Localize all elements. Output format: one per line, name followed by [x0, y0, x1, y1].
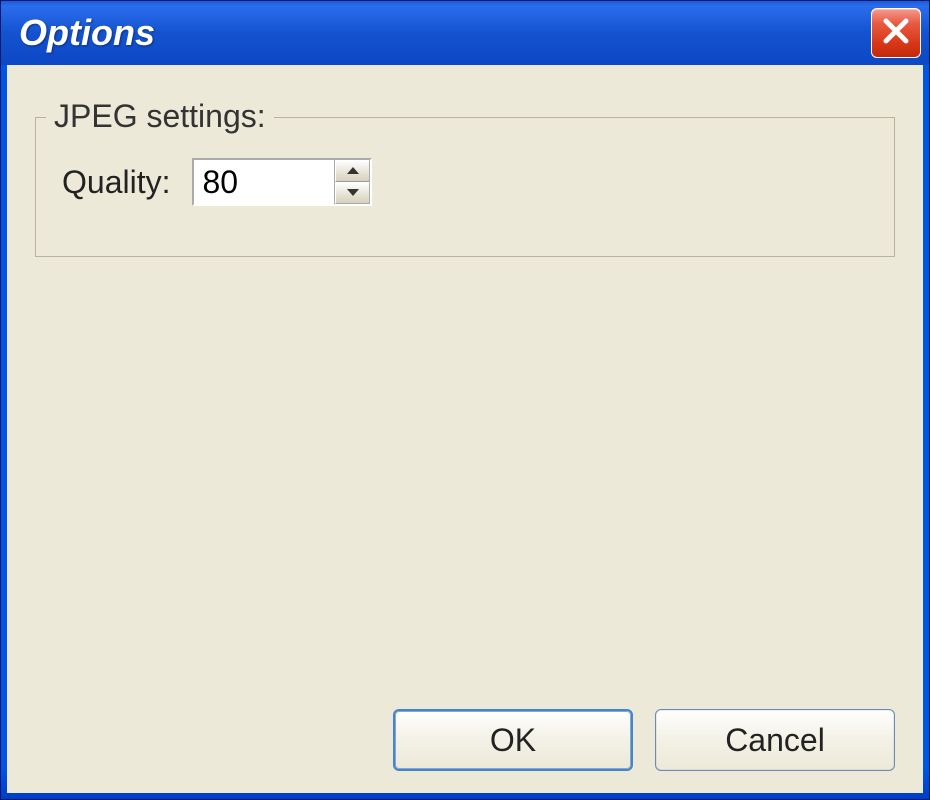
groupbox-legend: JPEG settings: — [46, 98, 274, 135]
jpeg-settings-group: JPEG settings: Quality: — [35, 117, 895, 257]
close-button[interactable] — [871, 8, 921, 58]
quality-row: Quality: — [62, 158, 868, 206]
dialog-buttons: OK Cancel — [35, 709, 895, 771]
ok-button[interactable]: OK — [393, 709, 633, 771]
cancel-button[interactable]: Cancel — [655, 709, 895, 771]
quality-input[interactable] — [194, 160, 334, 204]
quality-decrement-button[interactable] — [335, 182, 370, 204]
client-area: JPEG settings: Quality: — [7, 65, 923, 793]
window-title: Options — [19, 12, 155, 54]
options-dialog: Options JPEG settings: Quality: — [0, 0, 930, 800]
titlebar: Options — [1, 1, 929, 65]
spinner-buttons — [334, 160, 370, 204]
quality-stepper — [192, 158, 372, 206]
chevron-up-icon — [346, 162, 360, 180]
quality-label: Quality: — [62, 164, 170, 201]
close-icon — [881, 16, 911, 51]
chevron-down-icon — [346, 184, 360, 202]
quality-increment-button[interactable] — [335, 160, 370, 182]
